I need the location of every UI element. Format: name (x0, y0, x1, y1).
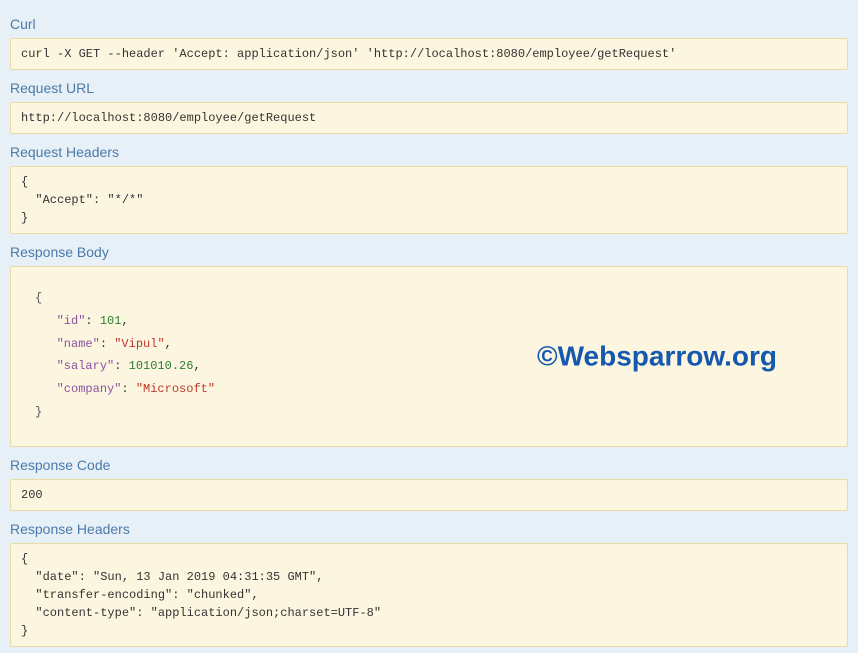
json-key-salary: "salary" (57, 359, 115, 373)
json-open-brace: { (35, 291, 42, 305)
json-key-company: "company" (57, 382, 122, 396)
watermark: ©Websparrow.org (537, 330, 777, 383)
heading-request-url: Request URL (10, 80, 848, 96)
json-key-id: "id" (57, 314, 86, 328)
json-close-brace: } (35, 405, 42, 419)
response-headers-content[interactable]: { "date": "Sun, 13 Jan 2019 04:31:35 GMT… (10, 543, 848, 647)
heading-response-headers: Response Headers (10, 521, 848, 537)
heading-response-code: Response Code (10, 457, 848, 473)
json-val-company: "Microsoft" (136, 382, 215, 396)
request-headers-content[interactable]: { "Accept": "*/*" } (10, 166, 848, 234)
curl-content[interactable]: curl -X GET --header 'Accept: applicatio… (10, 38, 848, 70)
response-code-content[interactable]: 200 (10, 479, 848, 511)
heading-response-body: Response Body (10, 244, 848, 260)
json-val-name: "Vipul" (114, 337, 164, 351)
heading-curl: Curl (10, 16, 848, 32)
request-url-content[interactable]: http://localhost:8080/employee/getReques… (10, 102, 848, 134)
json-val-id: 101 (100, 314, 122, 328)
response-body-content[interactable]: { "id": 101, "name": "Vipul", "salary": … (10, 266, 848, 447)
json-key-name: "name" (57, 337, 100, 351)
json-val-salary: 101010.26 (129, 359, 194, 373)
heading-request-headers: Request Headers (10, 144, 848, 160)
